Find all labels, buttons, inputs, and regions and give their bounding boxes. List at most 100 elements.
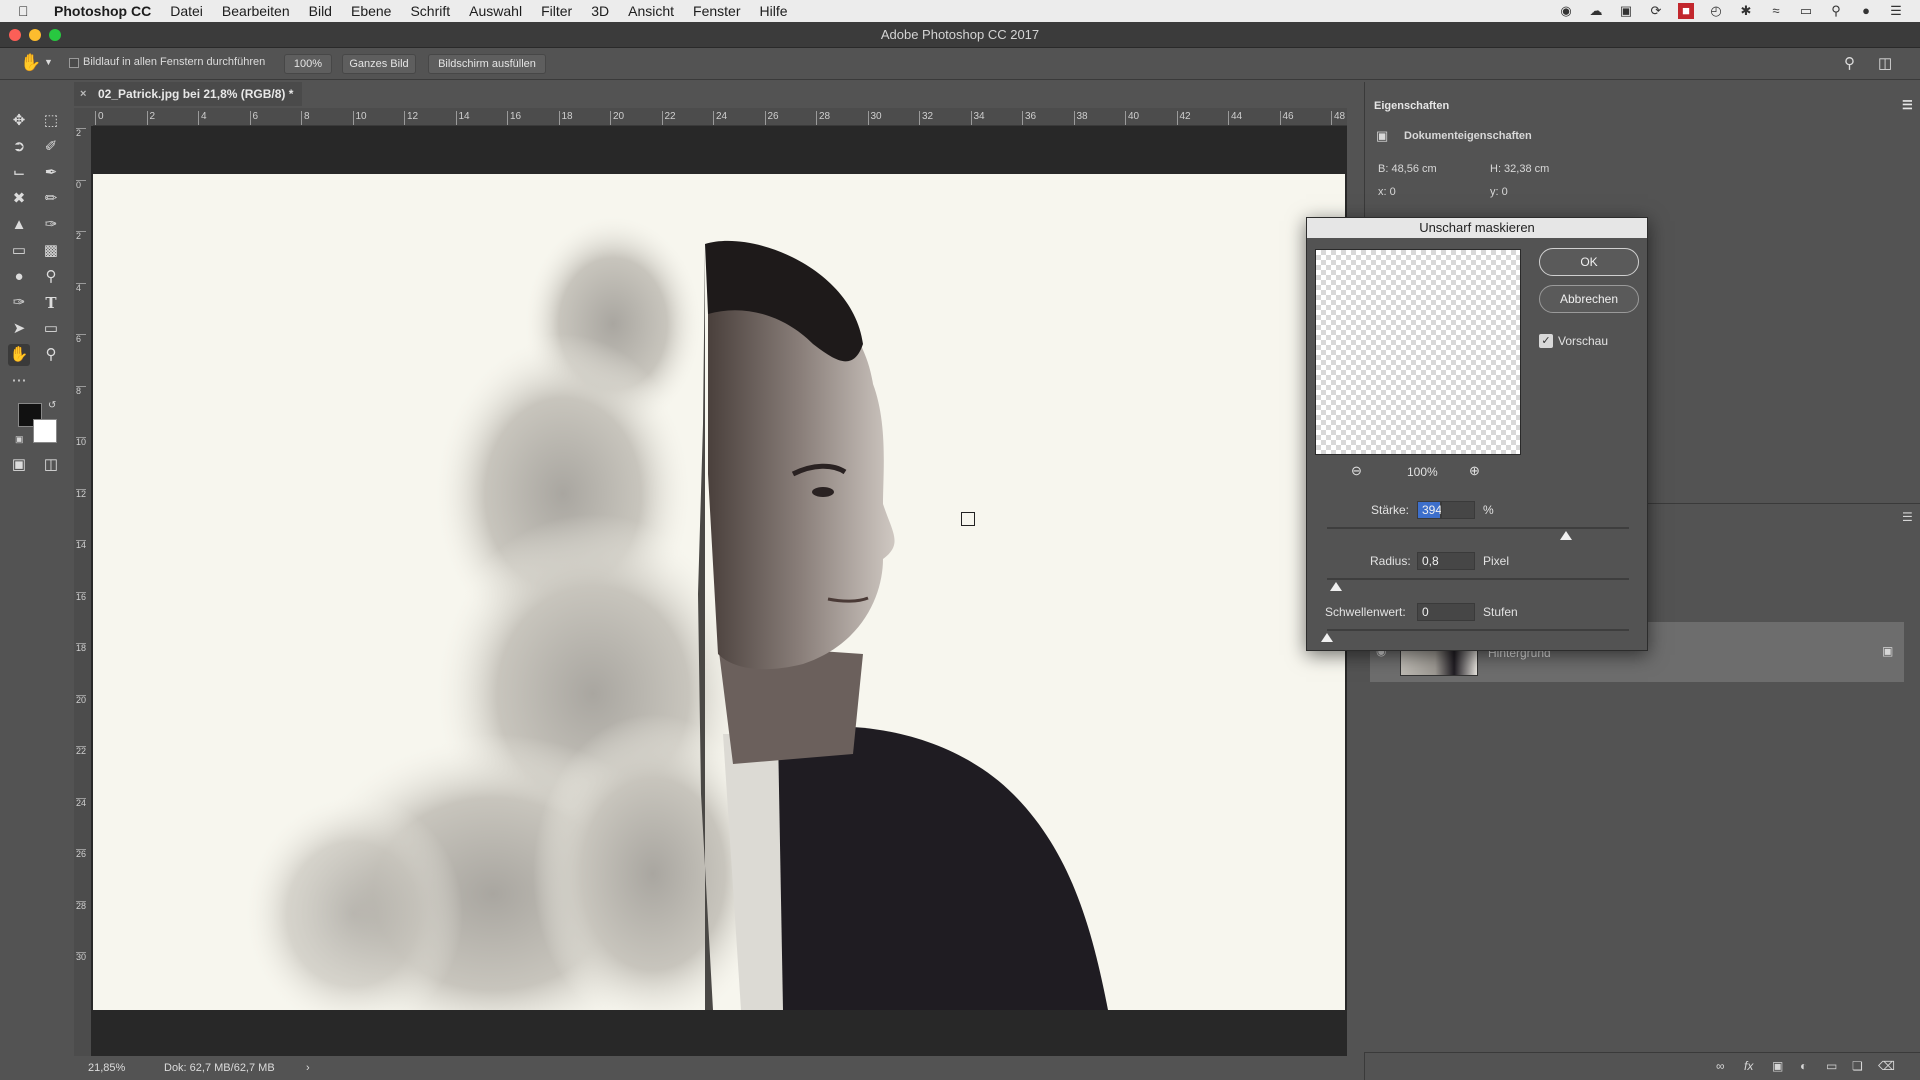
threshold-slider-track[interactable] [1327, 629, 1629, 631]
path-selection-tool-icon[interactable]: ➤ [8, 318, 30, 340]
layer-mask-icon[interactable]: ▣ [1772, 1059, 1783, 1073]
layer-style-icon[interactable]: fx [1744, 1059, 1753, 1073]
fill-screen-button[interactable]: Bildschirm ausfüllen [428, 54, 546, 74]
rectangle-tool-icon[interactable]: ▭ [40, 318, 62, 340]
adjustment-layer-icon[interactable]: ◐ [1800, 1059, 1807, 1073]
menu-bearbeiten[interactable]: Bearbeiten [222, 3, 290, 19]
menu-fenster[interactable]: Fenster [693, 3, 740, 19]
menu-hilfe[interactable]: Hilfe [760, 3, 788, 19]
close-tab-icon[interactable]: × [80, 82, 86, 106]
document-canvas[interactable] [93, 174, 1345, 1010]
zoom-100-button[interactable]: 100% [284, 54, 332, 74]
ruler-v-tick: 22 [76, 746, 87, 756]
airplay-icon[interactable]: ▭ [1798, 3, 1814, 19]
search-icon[interactable]: ⚲ [1828, 3, 1844, 19]
ruler-h-tick: 10 [352, 111, 367, 125]
status-chevron-icon[interactable]: › [306, 1056, 310, 1080]
menu-filter[interactable]: Filter [541, 3, 572, 19]
new-layer-icon[interactable]: ❏ [1852, 1059, 1863, 1073]
scroll-all-checkbox[interactable] [69, 58, 79, 68]
eyedropper-tool-icon[interactable]: ✒ [40, 162, 62, 184]
move-tool-icon[interactable]: ✥ [8, 110, 30, 132]
pen-tool-icon[interactable]: ✑ [8, 292, 30, 314]
chevron-down-icon[interactable]: ▼ [44, 57, 53, 67]
radius-input[interactable]: 0,8 [1417, 552, 1475, 570]
zoom-out-icon[interactable]: ⊖ [1351, 463, 1362, 479]
amount-slider-thumb[interactable] [1559, 531, 1572, 540]
zoom-tool-icon[interactable]: ⚲ [40, 344, 62, 366]
threshold-slider-thumb[interactable] [1321, 633, 1333, 642]
background-color-swatch[interactable] [33, 419, 57, 443]
cloud-icon[interactable]: ☁ [1588, 3, 1604, 19]
ok-button[interactable]: OK [1539, 248, 1639, 276]
search-icon[interactable]: ⚲ [1844, 54, 1855, 72]
blur-tool-icon[interactable]: ● [8, 266, 30, 288]
crop-tool-icon[interactable]: ⌙ [8, 162, 30, 184]
quick-mask-icon[interactable]: ▣ [8, 454, 30, 476]
swap-colors-icon[interactable]: ↺ [48, 400, 56, 411]
preview-checkbox[interactable]: ✓ [1539, 334, 1553, 348]
more-tools-icon[interactable]: ⋯ [8, 370, 30, 392]
menu-datei[interactable]: Datei [170, 3, 203, 19]
delete-layer-icon[interactable]: ⌫ [1878, 1059, 1895, 1073]
lock-icon[interactable]: ▣ [1882, 644, 1893, 658]
marquee-tool-icon[interactable]: ⬚ [40, 110, 62, 132]
menu-app-name[interactable]: Photoshop CC [54, 3, 151, 19]
apple-icon[interactable]:  [18, 3, 40, 19]
menu-bild[interactable]: Bild [309, 3, 332, 19]
amount-input-field[interactable] [1441, 501, 1475, 519]
horizontal-ruler[interactable]: 0 2 4 6 8 10 12 14 16 18 20 22 24 26 28 30 32 34 36 38 40 42 4… [93, 108, 1347, 126]
menu-schrift[interactable]: Schrift [410, 3, 450, 19]
cancel-button[interactable]: Abbrechen [1539, 285, 1639, 313]
menu-auswahl[interactable]: Auswahl [469, 3, 522, 19]
screen-mode-icon[interactable]: ◫ [40, 454, 62, 476]
fit-screen-button[interactable]: Ganzes Bild [342, 54, 416, 74]
radius-slider-thumb[interactable] [1330, 582, 1343, 591]
brush-tool-icon[interactable]: ✏ [40, 188, 62, 210]
status-bar: 21,85% Dok: 62,7 MB/62,7 MB › [74, 1056, 1344, 1080]
workspace-icon[interactable]: ◫ [1878, 54, 1892, 72]
wifi-icon[interactable]: ≈ [1768, 3, 1784, 19]
history-brush-tool-icon[interactable]: ✑ [40, 214, 62, 236]
new-group-icon[interactable]: ▭ [1826, 1059, 1837, 1073]
bluetooth-icon[interactable]: ✱ [1738, 3, 1754, 19]
gradient-tool-icon[interactable]: ▩ [40, 240, 62, 262]
menu-ansicht[interactable]: Ansicht [628, 3, 674, 19]
dodge-tool-icon[interactable]: ⚲ [40, 266, 62, 288]
ruler-h-tick: 36 [1022, 111, 1036, 125]
siri-icon[interactable]: ● [1858, 3, 1874, 19]
link-layers-icon[interactable]: ∞ [1716, 1059, 1725, 1073]
preview-area[interactable] [1315, 249, 1521, 455]
record-icon[interactable]: ◉ [1558, 3, 1574, 19]
vertical-ruler[interactable]: 2 0 2 4 6 8 10 12 14 16 18 20 22 24 26 28 30 [74, 126, 91, 1056]
default-colors-icon[interactable]: ▣ [15, 434, 24, 445]
hand-tool-icon[interactable]: ✋ [20, 53, 41, 73]
zoom-in-icon[interactable]: ⊕ [1469, 463, 1480, 479]
list-icon[interactable]: ☰ [1888, 3, 1904, 19]
tools-panel: ✥ ⬚ ➲ ✐ ⌙ ✒ ✖ ✏ ▲ ✑ ▭ ▩ ● ⚲ ✑ T ➤ ▭ ✋ ⚲ … [0, 106, 62, 1066]
menu-3d[interactable]: 3D [591, 3, 609, 19]
healing-tool-icon[interactable]: ✖ [8, 188, 30, 210]
hand-tool-icon[interactable]: ✋ [8, 344, 30, 366]
ruler-v-tick: 2 [76, 231, 86, 241]
lasso-tool-icon[interactable]: ➲ [8, 136, 30, 158]
menu-ebene[interactable]: Ebene [351, 3, 391, 19]
ruler-v-tick: 6 [76, 334, 86, 344]
threshold-input[interactable]: 0 [1417, 603, 1475, 621]
layers-menu-icon[interactable]: ☰ [1902, 510, 1913, 524]
document-tab[interactable]: × 02_Patrick.jpg bei 21,8% (RGB/8) * [74, 82, 302, 106]
clone-stamp-tool-icon[interactable]: ▲ [8, 214, 30, 236]
eraser-tool-icon[interactable]: ▭ [8, 240, 30, 262]
sync-icon[interactable]: ⟳ [1648, 3, 1664, 19]
quick-selection-tool-icon[interactable]: ✐ [40, 136, 62, 158]
time-machine-icon[interactable]: ◴ [1708, 3, 1724, 19]
amount-slider-track[interactable] [1327, 527, 1629, 529]
panel-menu-icon[interactable]: ☰ [1902, 98, 1913, 112]
amount-input[interactable]: 394 [1417, 501, 1442, 519]
radius-slider-track[interactable] [1327, 578, 1629, 580]
app-icon[interactable]: ■ [1678, 3, 1694, 19]
zoom-level[interactable]: 21,85% [88, 1056, 125, 1080]
display-icon[interactable]: ▣ [1618, 3, 1634, 19]
properties-panel-title[interactable]: Eigenschaften [1374, 100, 1449, 112]
type-tool-icon[interactable]: T [40, 292, 62, 314]
